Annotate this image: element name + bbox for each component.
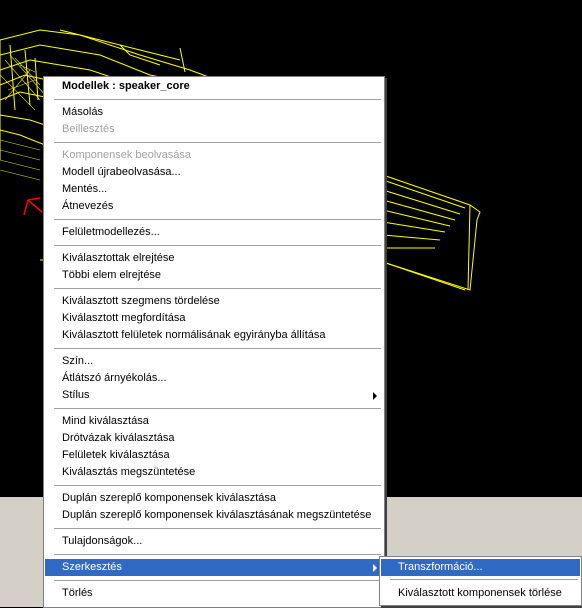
menu-separator [54,408,381,409]
menu-item-modell-ujrabeolvasasa[interactable]: Modell újrabeolvasása... [45,164,383,181]
menu-item-label: Kiválasztott felületek normálisának egyi… [62,329,326,341]
menu-item-label: Beillesztés [62,123,115,135]
menu-item-label: Drótvázak kiválasztása [62,432,175,444]
menu-item-label: Törlés [62,587,93,599]
menu-item-label: Tulajdonságok... [62,535,143,547]
menu-item-kivalasztott-feluletek-normalisanak-egyiranyba-allitasa[interactable]: Kiválasztott felületek normálisának egyi… [45,327,383,344]
menu-item-duplan-szereplo-komponensek-kivalasztasanak-megszuntetese[interactable]: Duplán szereplő komponensek kiválasztásá… [45,507,383,524]
menu-separator [54,580,381,581]
menu-item-label: Modell újrabeolvasása... [62,166,181,178]
menu-separator [54,554,381,555]
menu-item-label: Többi elem elrejtése [62,269,162,281]
menu-item-drotvazak-kivalasztasa[interactable]: Drótvázak kiválasztása [45,430,383,447]
menu-separator [54,528,381,529]
menu-item-komponensek-beolvasasa: Komponensek beolvasása [45,147,383,164]
submenu-arrow-icon [373,392,377,400]
menu-item-beillesztes: Beillesztés [45,121,383,138]
menu-item-kivalasztott-megforditasa[interactable]: Kiválasztott megfordítása [45,310,383,327]
menu-item-label: Duplán szereplő komponensek kiválasztása [62,492,277,504]
menu-separator [54,348,381,349]
submenu-arrow-icon [373,564,377,572]
menu-item-label: Átlátszó árnyékolás... [62,372,167,384]
context-menu: Modellek : speaker_core Másolás Beilleszté… [43,76,385,608]
edit-submenu: Transzformáció... Kiválasztott komponense… [379,556,582,606]
menu-item-label: Másolás [62,106,103,118]
menu-item-kivalasztas-megszuntetese[interactable]: Kiválasztás megszüntetése [45,464,383,481]
menu-item-label: Komponensek beolvasása [62,149,192,161]
menu-item-label: Duplán szereplő komponensek kiválasztásá… [62,509,372,521]
menu-item-label: Felületek kiválasztása [62,449,170,461]
menu-separator [54,219,381,220]
menu-item-feluletek-kivalasztasa[interactable]: Felületek kiválasztása [45,447,383,464]
menu-item-kivalasztott-szegmens-tordelese[interactable]: Kiválasztott szegmens tördelése [45,293,383,310]
menu-item-torles[interactable]: Törlés [45,585,383,602]
menu-title: Modellek : speaker_core [62,80,190,92]
menu-separator [390,579,578,580]
menu-item-tobbi-elem-elrejtese[interactable]: Többi elem elrejtése [45,267,383,284]
menu-item-label: Mind kiválasztása [62,415,149,427]
menu-item-stilus[interactable]: Stílus [45,387,383,404]
menu-item-label: Kiválasztás megszüntetése [62,466,196,478]
menu-item-label: Átnevezés [62,200,114,212]
menu-item-masolas[interactable]: Másolás [45,104,383,121]
menu-separator [54,288,381,289]
submenu-item-kivalasztott-komponensek-torlese[interactable]: Kiválasztott komponensek törlése [381,585,580,602]
menu-item-szerkesztes[interactable]: Szerkesztés [45,559,383,576]
menu-separator [54,142,381,143]
menu-separator [54,99,381,100]
menu-item-atlatszo-arnyekolas[interactable]: Átlátszó árnyékolás... [45,370,383,387]
menu-item-label: Szín... [62,355,94,367]
submenu-item-transzformacio[interactable]: Transzformáció... [381,559,580,576]
menu-item-mentes[interactable]: Mentés... [45,181,383,198]
menu-item-label: Mentés... [62,183,108,195]
menu-item-kivalasztottak-elrejtese[interactable]: Kiválasztottak elrejtése [45,250,383,267]
menu-item-label: Kiválasztott szegmens tördelése [62,295,220,307]
menu-separator [54,485,381,486]
menu-item-label: Felületmodellezés... [62,226,160,238]
menu-item-label: Kiválasztottak elrejtése [62,252,175,264]
menu-item-feluletmodellezes[interactable]: Felületmodellezés... [45,224,383,241]
menu-item-atnevezes[interactable]: Átnevezés [45,198,383,215]
menu-item-szin[interactable]: Szín... [45,353,383,370]
menu-separator [54,245,381,246]
axis-gizmo [23,197,43,216]
menu-item-label: Kiválasztott megfordítása [62,312,186,324]
menu-item-mind-kivalasztasa[interactable]: Mind kiválasztása [45,413,383,430]
menu-item-label: Szerkesztés [62,561,122,573]
menu-item-label: Stílus [62,389,90,401]
menu-item-tulajdonsagok[interactable]: Tulajdonságok... [45,533,383,550]
menu-item-duplan-szereplo-komponensek-kivalasztasa[interactable]: Duplán szereplő komponensek kiválasztása [45,490,383,507]
